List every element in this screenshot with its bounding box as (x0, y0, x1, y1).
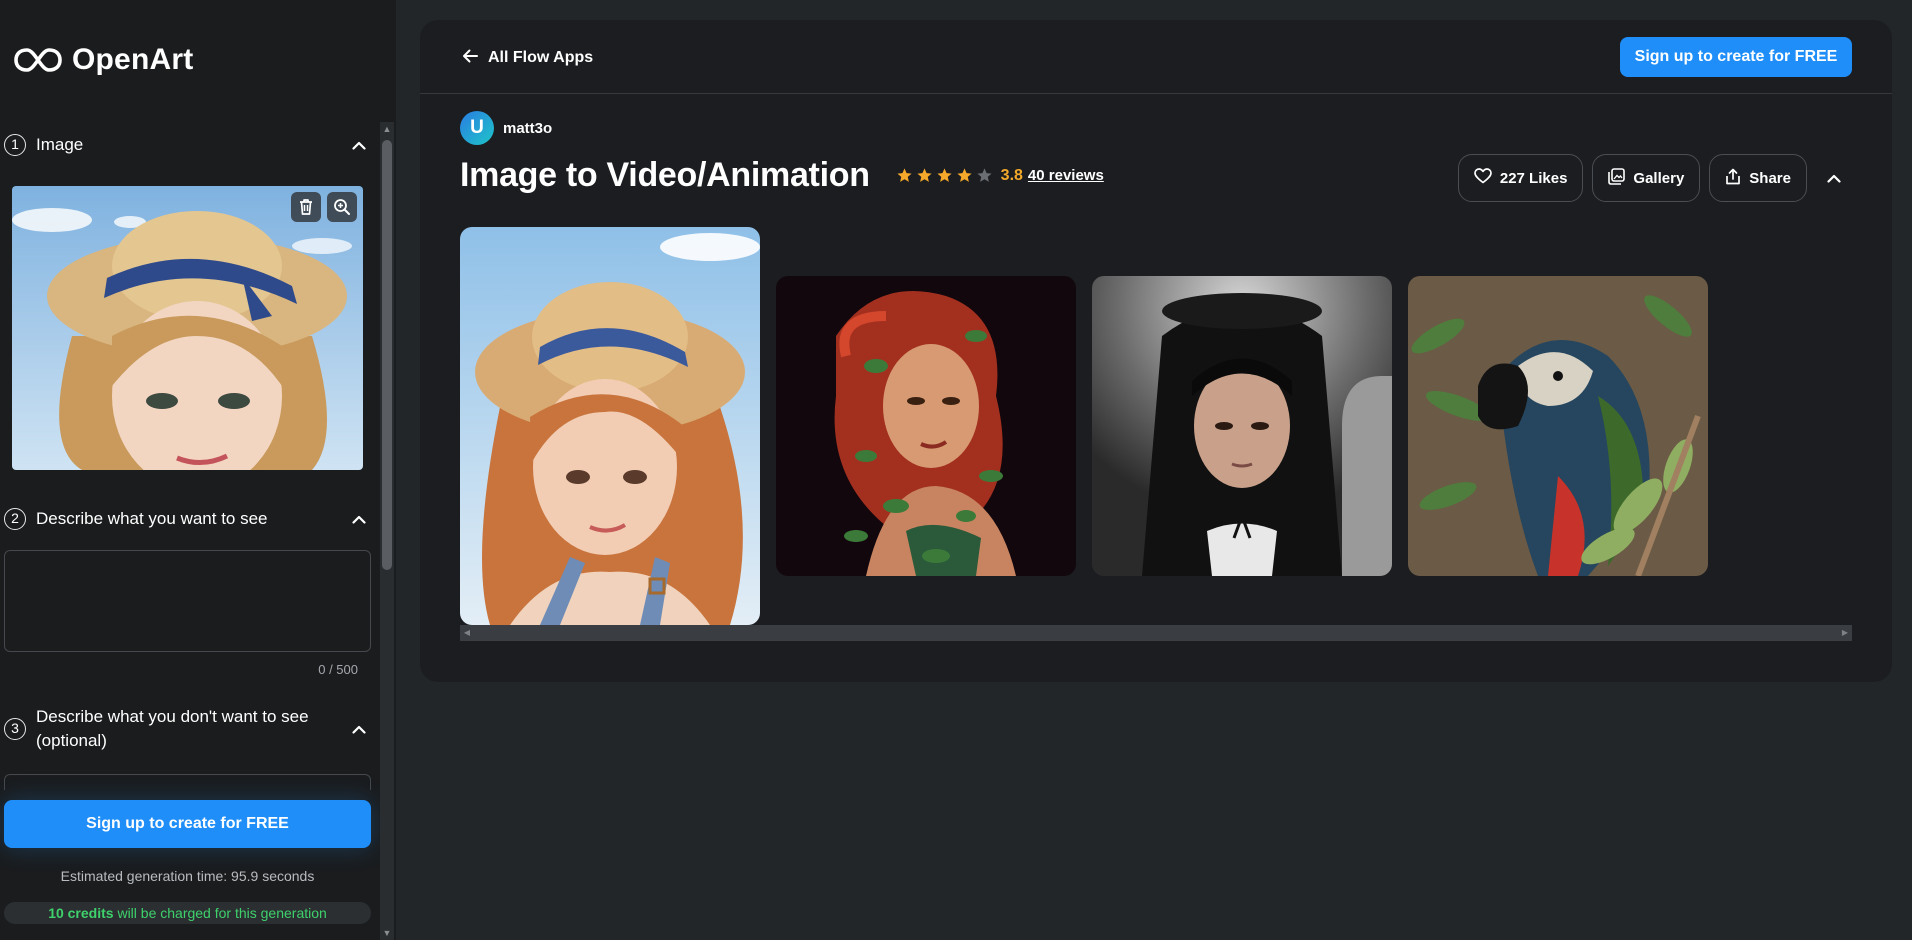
credits-notice: 10 credits will be charged for this gene… (4, 902, 371, 924)
page-title: Image to Video/Animation (460, 156, 870, 194)
card-header: All Flow Apps Sign up to create for FREE (420, 20, 1892, 94)
scroll-right-arrow-icon[interactable]: ▶ (1838, 625, 1852, 641)
delete-icon[interactable] (291, 192, 321, 222)
rating-value: 3.8 (1000, 166, 1023, 184)
uploaded-image (12, 186, 363, 470)
gallery-label: Gallery (1633, 169, 1685, 187)
section-title: Describe what you don't want to see (opt… (36, 707, 309, 750)
sidebar: OpenArt 1 Image 2 Describe what you want… (0, 0, 396, 940)
scroll-left-arrow-icon[interactable]: ◀ (460, 625, 474, 641)
credits-amount: 10 credits (48, 905, 114, 921)
star-icon (977, 168, 992, 182)
section-negative-prompt-header[interactable]: 3 Describe what you don't want to see (o… (4, 706, 376, 753)
sidebar-bottom-panel: Sign up to create for FREE Estimated gen… (0, 790, 380, 940)
scroll-up-arrow-icon[interactable]: ▲ (380, 122, 394, 136)
step-number: 3 (4, 718, 26, 740)
uploaded-image-girl (12, 186, 363, 470)
back-label: All Flow Apps (488, 49, 594, 66)
header-signup-button[interactable]: Sign up to create for FREE (1620, 37, 1852, 77)
star-icon (957, 168, 972, 182)
chevron-up-icon[interactable] (1816, 160, 1852, 196)
star-icon (917, 168, 932, 182)
sidebar-scrollbar[interactable]: ▲ ▼ (380, 122, 394, 940)
back-to-flow-apps-link[interactable]: All Flow Apps (462, 46, 593, 70)
title-row: Image to Video/Animation 3.8 40 reviews (460, 156, 1104, 195)
chevron-up-icon[interactable] (348, 718, 370, 740)
scrollbar-thumb[interactable] (382, 140, 392, 570)
chevron-up-icon[interactable] (348, 134, 370, 156)
section-title: Describe what you want to see (36, 509, 268, 528)
infinity-logo-icon (14, 46, 62, 74)
section-image-header[interactable]: 1 Image (4, 134, 376, 157)
reviews-link[interactable]: 40 reviews (1028, 167, 1104, 184)
share-icon (1725, 168, 1741, 189)
prompt-input[interactable] (4, 550, 371, 652)
gallery-thumbnail-girl-straw-hat[interactable] (460, 227, 760, 625)
star-icon (897, 168, 912, 182)
share-label: Share (1749, 169, 1791, 187)
gallery-horizontal-scrollbar[interactable]: ◀ ▶ (460, 625, 1852, 641)
heart-icon (1474, 168, 1492, 188)
author-name: matt3o (503, 119, 553, 137)
gallery-thumbnail-gothic-girl[interactable] (1092, 276, 1392, 576)
avatar: U (460, 111, 494, 145)
zoom-in-icon[interactable] (327, 192, 357, 222)
gallery-thumbnail-red-hair-ivy-woman[interactable] (776, 276, 1076, 576)
section-prompt-header[interactable]: 2 Describe what you want to see (4, 508, 376, 531)
section-title: Image (36, 135, 84, 154)
sidebar-form: 1 Image 2 Describe what you want to see … (0, 122, 380, 940)
prompt-char-count: 0 / 500 (318, 662, 358, 677)
arrow-left-icon (462, 49, 478, 68)
star-icon (937, 168, 952, 182)
likes-label: 227 Likes (1499, 169, 1568, 187)
scroll-down-arrow-icon[interactable]: ▼ (380, 926, 394, 940)
gallery-icon (1608, 167, 1626, 189)
share-button[interactable]: Share (1709, 154, 1807, 202)
credits-text: will be charged for this generation (113, 905, 327, 921)
sidebar-signup-button[interactable]: Sign up to create for FREE (4, 800, 371, 848)
action-buttons: 227 Likes Gallery Share (1457, 154, 1852, 202)
chevron-up-icon[interactable] (348, 508, 370, 530)
step-number: 2 (4, 508, 26, 530)
likes-button[interactable]: 227 Likes (1457, 154, 1584, 202)
step-number: 1 (4, 134, 26, 156)
brand-name: OpenArt (72, 43, 194, 76)
openart-logo[interactable]: OpenArt (14, 40, 193, 80)
author[interactable]: U matt3o (460, 111, 552, 145)
gallery-button[interactable]: Gallery (1592, 154, 1701, 202)
app-detail-card: All Flow Apps Sign up to create for FREE… (420, 20, 1892, 682)
rating-stars (896, 167, 993, 184)
estimated-generation-time: Estimated generation time: 95.9 seconds (60, 868, 315, 884)
gallery-thumbnail-macaw-parrot[interactable] (1408, 276, 1708, 576)
